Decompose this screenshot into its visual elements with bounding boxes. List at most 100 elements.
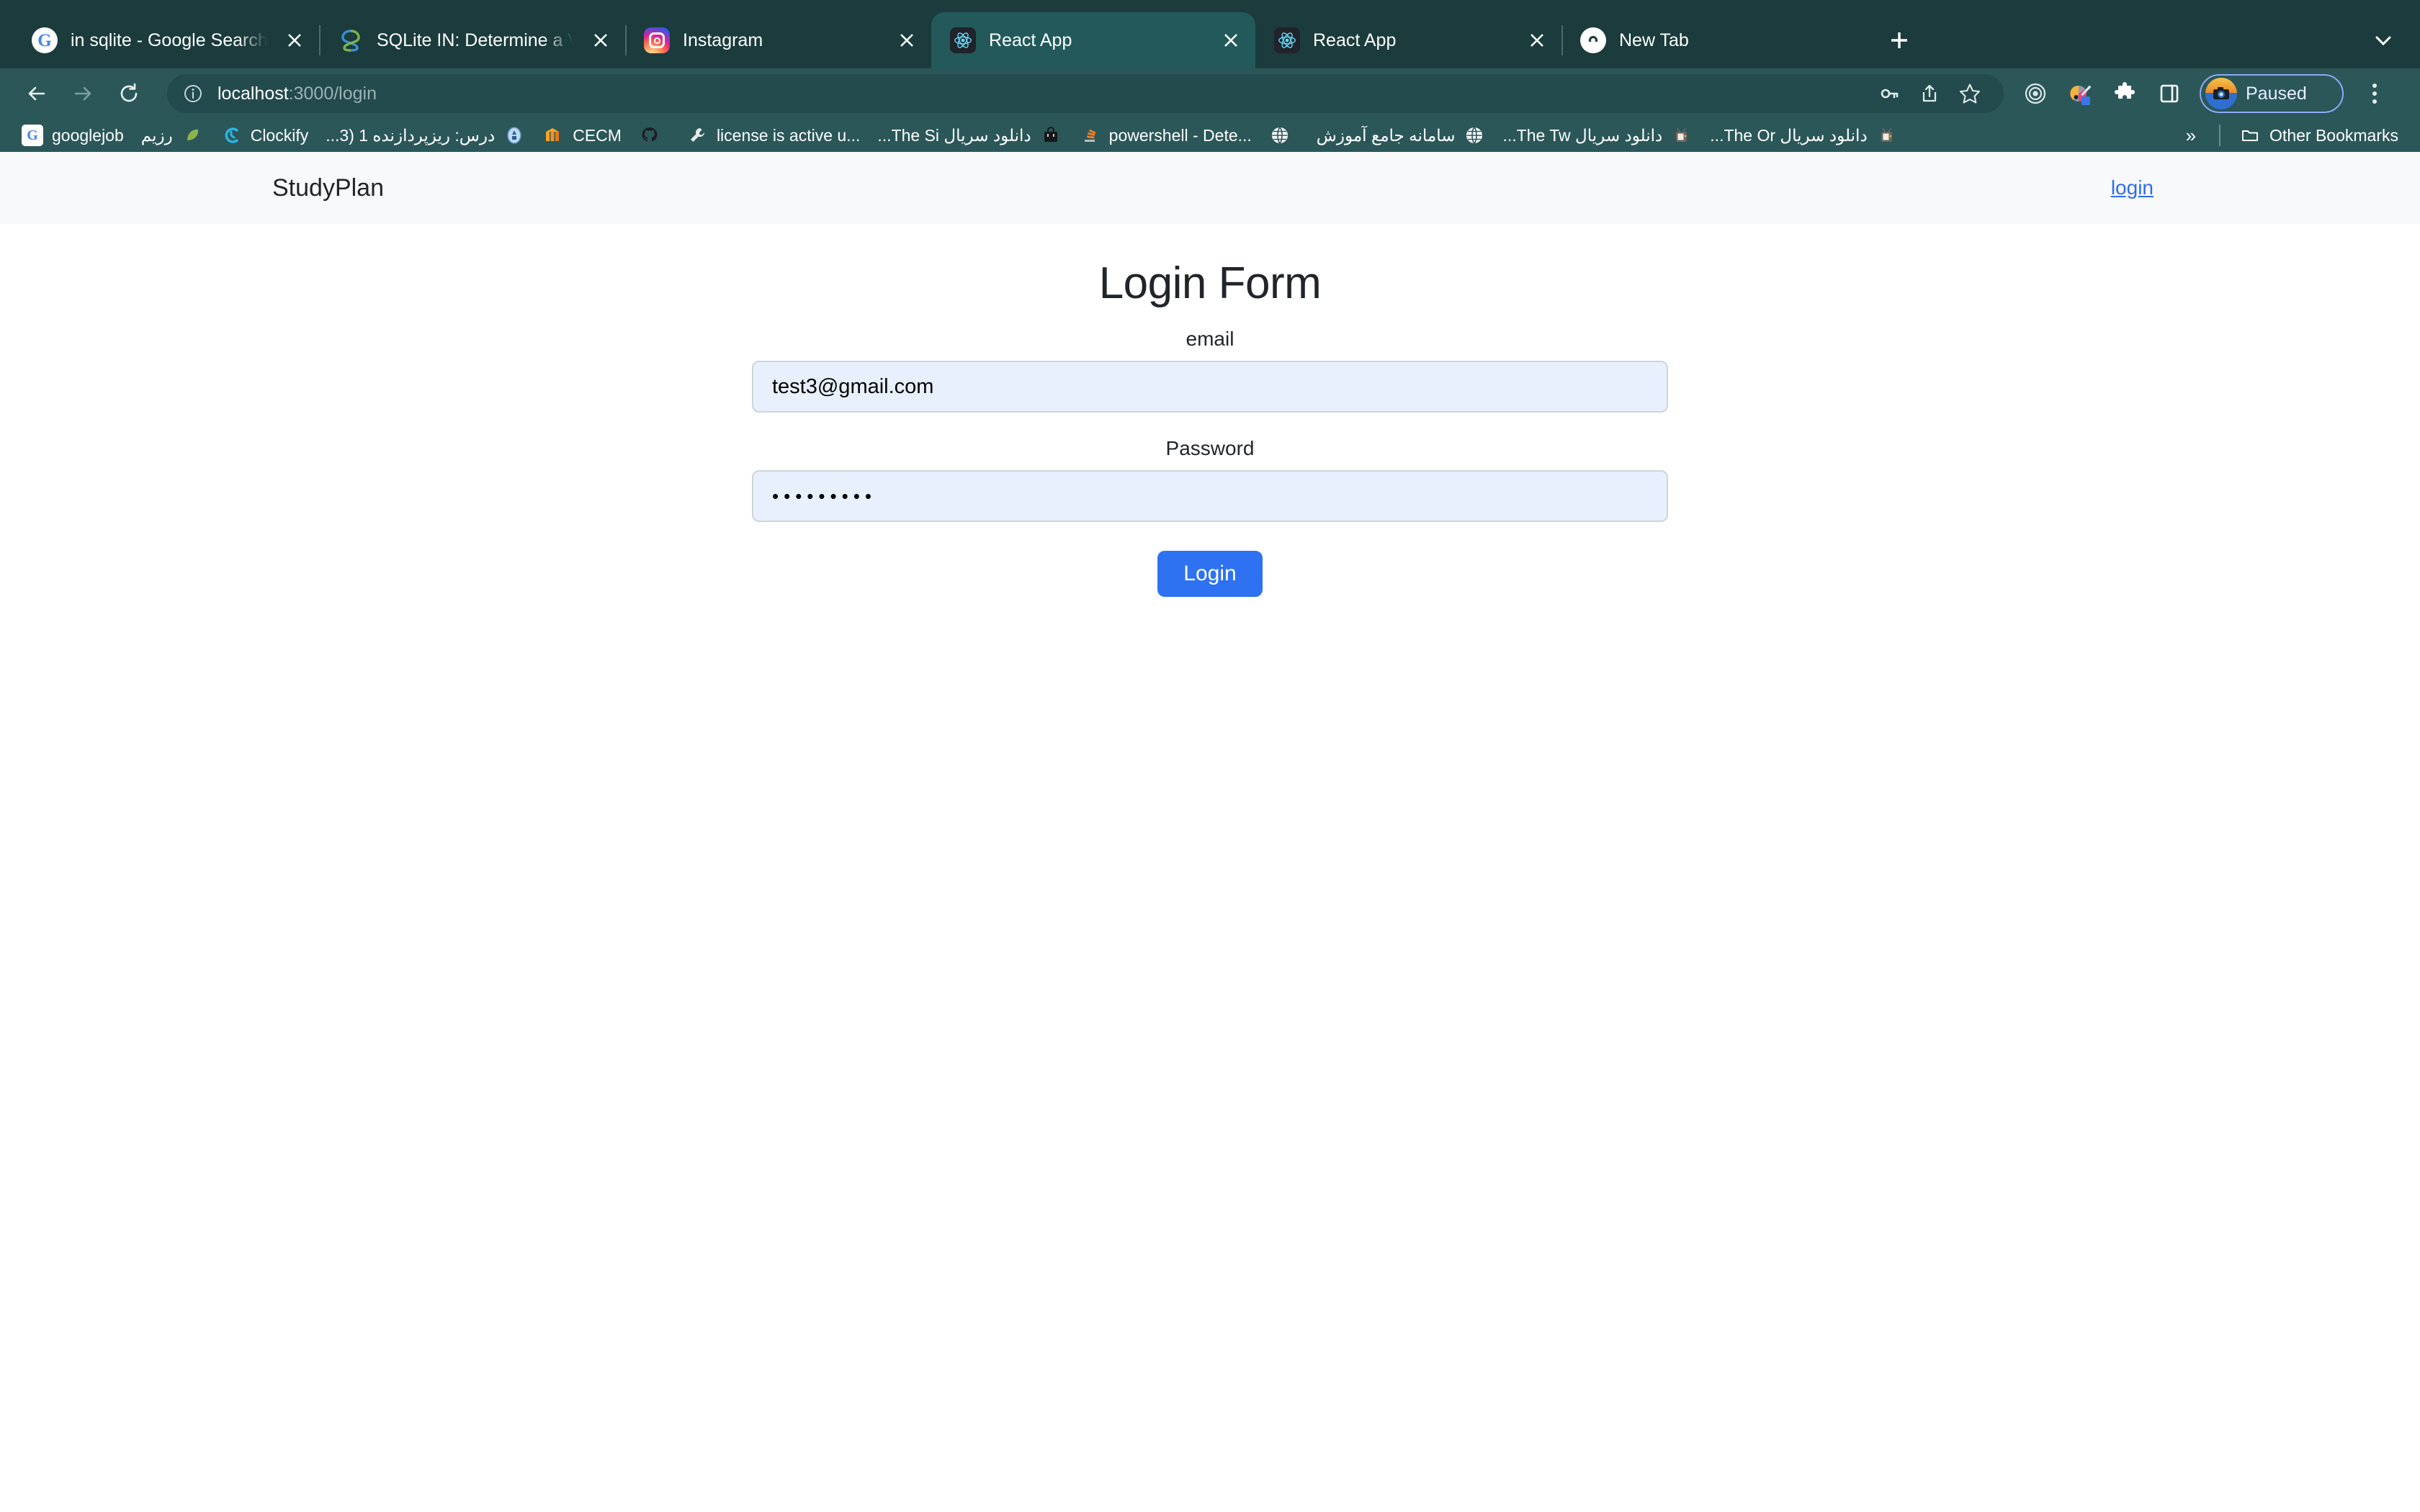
bookmark-item[interactable]: license is active u...	[678, 122, 869, 149]
browser-menu-icon[interactable]	[2355, 74, 2394, 113]
close-icon[interactable]	[1216, 26, 1245, 55]
other-bookmarks-button[interactable]: Other Bookmarks	[2231, 122, 2407, 149]
color-picker-extension-icon[interactable]	[2060, 73, 2100, 114]
bookmark-item[interactable]: سامانه جامع آموزش	[1308, 122, 1494, 149]
page-title: Login Form	[0, 261, 2420, 306]
browser-tab[interactable]: React App	[1255, 12, 1561, 68]
bookmarks-overflow-button[interactable]: »	[2173, 122, 2209, 150]
bookmark-label: درس: ریزپردازنده 1 (3...	[326, 126, 495, 145]
bookmark-item[interactable]: powershell - Dete...	[1070, 122, 1260, 149]
tab-title: New Tab	[1619, 30, 1857, 51]
browser-toolbar: localhost:3000/login	[0, 68, 2420, 119]
back-button[interactable]	[16, 73, 58, 114]
wrench-icon	[686, 125, 708, 146]
folder-icon	[2239, 125, 2261, 146]
bookmark-item[interactable]	[1260, 122, 1308, 149]
app-brand[interactable]: StudyPlan	[272, 174, 384, 202]
divider	[2219, 125, 2220, 146]
globe-icon	[1464, 125, 1485, 146]
email-field[interactable]: test3@gmail.com	[752, 361, 1668, 413]
browser-tab[interactable]: SQLite IN: Determine a Value M	[319, 12, 625, 68]
omnibox-actions	[1870, 74, 1989, 113]
bookmark-label: دانلود سریال The Si...	[877, 126, 1031, 145]
github-icon	[639, 125, 660, 146]
bookmark-item[interactable]: دانلود سریال The Or...	[1701, 122, 1906, 149]
password-key-icon[interactable]	[1870, 74, 1909, 113]
bookmark-item[interactable]	[630, 122, 678, 149]
login-button[interactable]: Login	[1157, 551, 1262, 597]
google-icon: G	[32, 27, 58, 53]
password-label: Password	[752, 437, 1668, 460]
bookmark-item[interactable]: Clockify	[212, 122, 318, 149]
bookmarks-bar: G googlejob رزیم Clockify درس: ریزپردازن…	[0, 119, 2420, 152]
bookmark-star-icon[interactable]	[1950, 74, 1989, 113]
profile-chip[interactable]: Paused	[2200, 74, 2344, 113]
login-form: email test3@gmail.com Password •••••••••…	[752, 306, 1668, 597]
instagram-icon	[644, 27, 670, 53]
moodle-icon	[542, 125, 564, 146]
bookmark-label: دانلود سریال The Or...	[1710, 126, 1867, 145]
new-tab-button[interactable]	[1878, 19, 1921, 62]
target-extension-icon[interactable]	[2015, 73, 2056, 114]
browser-tab-active[interactable]: React App	[931, 12, 1255, 68]
bookmark-item[interactable]: G googlejob	[13, 122, 133, 149]
bookmark-item[interactable]: درس: ریزپردازنده 1 (3...	[317, 122, 534, 149]
bookmark-item[interactable]: CECM	[534, 122, 630, 149]
close-icon[interactable]	[1523, 26, 1551, 55]
extensions-puzzle-icon[interactable]	[2105, 73, 2145, 114]
google-icon: G	[22, 125, 43, 146]
bookmark-item[interactable]: دانلود سریال The Tw...	[1494, 122, 1701, 149]
react-icon	[1274, 27, 1300, 53]
bookmark-item[interactable]: دانلود سریال The Si...	[869, 122, 1070, 149]
tab-title: Instagram	[683, 30, 879, 51]
stackoverflow-icon	[1079, 125, 1101, 146]
close-icon[interactable]	[280, 26, 309, 55]
avatar	[2205, 78, 2237, 109]
browser-window: G in sqlite - Google Search SQLite IN: D…	[0, 0, 2420, 1512]
chevron-down-icon[interactable]	[2362, 19, 2404, 61]
side-panel-icon[interactable]	[2149, 73, 2190, 114]
clockify-icon	[220, 125, 242, 146]
profile-status-label: Paused	[2246, 84, 2307, 104]
browser-tab[interactable]: G in sqlite - Google Search	[13, 12, 319, 68]
bookmark-label: powershell - Dete...	[1109, 126, 1252, 145]
tab-title: React App	[1313, 30, 1510, 51]
tv-icon	[1671, 125, 1693, 146]
bookmark-label: license is active u...	[717, 126, 860, 145]
share-icon[interactable]	[1910, 74, 1949, 113]
tv-icon	[1876, 125, 1898, 146]
leaf-icon	[182, 125, 203, 146]
bookmark-label: سامانه جامع آموزش	[1317, 126, 1456, 145]
info-icon[interactable]	[182, 82, 205, 105]
bookmark-label: googlejob	[52, 126, 124, 145]
bookmarks-overflow: » Other Bookmarks	[2173, 122, 2407, 150]
bookmark-item[interactable]: رزیم	[133, 122, 212, 149]
forward-button[interactable]	[62, 73, 104, 114]
address-bar[interactable]: localhost:3000/login	[167, 74, 2004, 113]
tab-title: SQLite IN: Determine a Value M	[377, 30, 573, 51]
browser-tab[interactable]: New Tab	[1561, 12, 1868, 68]
bookmark-label: دانلود سریال The Tw...	[1502, 126, 1662, 145]
bag-icon	[1040, 125, 1062, 146]
close-icon[interactable]	[586, 26, 615, 55]
url-path: :3000/login	[289, 84, 377, 104]
sqlite-icon	[338, 27, 364, 53]
tab-title: React App	[989, 30, 1204, 51]
tab-strip: G in sqlite - Google Search SQLite IN: D…	[0, 0, 2420, 68]
browser-tab[interactable]: Instagram	[625, 12, 931, 68]
app-navbar: StudyPlan login	[0, 152, 2420, 224]
tab-title: in sqlite - Google Search	[71, 30, 267, 51]
url-host: localhost	[218, 84, 289, 104]
react-icon	[950, 27, 976, 53]
bookmark-label: CECM	[573, 126, 622, 145]
bookmark-label: رزیم	[141, 126, 173, 145]
globe-icon	[1269, 125, 1291, 146]
password-field[interactable]: •••••••••	[752, 470, 1668, 522]
reload-button[interactable]	[108, 73, 150, 114]
other-bookmarks-label: Other Bookmarks	[2269, 126, 2398, 145]
bookmark-label: Clockify	[251, 126, 309, 145]
email-label: email	[752, 328, 1668, 351]
close-icon[interactable]	[892, 26, 921, 55]
url-text: localhost:3000/login	[218, 84, 377, 104]
nav-link-login[interactable]: login	[2111, 176, 2154, 199]
